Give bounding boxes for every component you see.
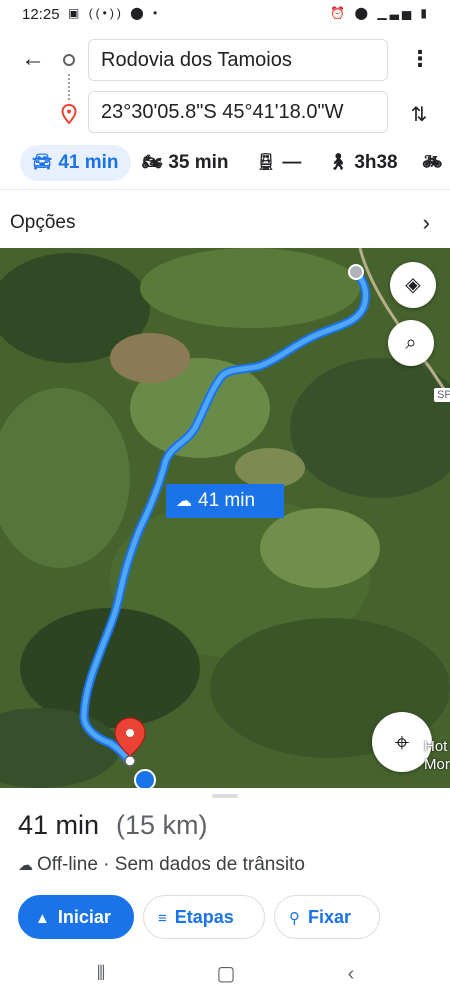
layers-icon[interactable]: ◈ (390, 262, 436, 308)
map-view[interactable]: ◈ ⌕ ⌖ SP Hot Mor ☁︎ 41 min (0, 248, 450, 788)
alarm-icon: ⏰ (330, 6, 349, 20)
cloud-off-icon: ☁︎ (18, 857, 33, 874)
place-label: Hot Mor (424, 738, 450, 774)
steps-button[interactable]: ≡ Etapas (143, 895, 265, 939)
route-dotted-connector (68, 74, 70, 100)
cloud-off-icon: ☁︎ (176, 493, 192, 510)
mode-car-tab[interactable]: 🚘︎ 41 min (20, 145, 131, 181)
bike-icon: 🚲︎ (422, 154, 443, 171)
options-row[interactable]: Opções › (0, 200, 450, 246)
my-location-icon[interactable]: ⌖ (372, 712, 432, 772)
mode-motorcycle-tab[interactable]: 🏍︎ 35 min (142, 145, 229, 181)
destination-input[interactable]: 23°30'05.8"S 45°41'18.0"W (88, 91, 388, 133)
walk-icon: 🚶︎ (328, 154, 349, 171)
origin-input[interactable]: Rodovia dos Tamoios (88, 39, 388, 81)
more-options-icon[interactable]: ⋮ (408, 44, 432, 74)
directions-search-panel: ← Rodovia dos Tamoios 23°30'05.8"S 45°41… (0, 30, 450, 140)
swap-directions-icon[interactable]: ⇅ (404, 100, 434, 130)
battery-icon: ▮ (420, 6, 430, 20)
start-button[interactable]: ▲ Iniciar (18, 895, 134, 939)
location-icon: ⬤ (130, 6, 147, 20)
radio-icon: ((•)) (88, 6, 124, 20)
chevron-right-icon: › (422, 210, 430, 235)
status-bar: 12:25 ▣ ((•)) ⬤ • ⏰ ⬤ ▁▃▅ ▮ (0, 0, 450, 30)
car-icon: 🚘︎ (32, 154, 53, 171)
mode-motorcycle-time: 35 min (168, 152, 229, 174)
list-icon: ≡ (158, 910, 167, 927)
offline-status: ☁︎ Off-line · Sem dados de trânsito (18, 854, 305, 876)
start-button-label: Iniciar (57, 907, 111, 927)
transit-icon: 🚆︎ (256, 154, 277, 171)
route-duration: 41 min (18, 810, 100, 840)
route-time-chip[interactable]: ☁︎ 41 min (166, 484, 284, 518)
mode-transit-tab[interactable]: 🚆︎ — (256, 145, 301, 181)
system-navigation-bar: ⦀ ▢ ‹ (0, 948, 450, 1000)
dot-icon: • (153, 6, 161, 20)
pin-icon: ⚲ (289, 910, 300, 927)
back-arrow-icon[interactable]: ← (18, 44, 48, 74)
offline-status-text: Off-line · Sem dados de trânsito (37, 854, 305, 875)
back-chevron-icon[interactable]: ‹ (336, 960, 366, 988)
mode-bike-tab[interactable]: 🚲︎ (422, 145, 448, 181)
mode-transit-time: — (282, 152, 302, 174)
notification-icons: ▣ ((•)) ⬤ • (68, 6, 160, 20)
mode-walk-tab[interactable]: 🚶︎ 3h38 (328, 145, 398, 181)
system-icons: ⏰ ⬤ ▁▃▅ ▮ (330, 6, 430, 20)
pin-button[interactable]: ⚲ Fixar (274, 895, 380, 939)
navigation-arrow-icon: ▲ (35, 910, 50, 927)
image-icon: ▣ (68, 6, 83, 20)
travel-mode-bar: 🚘︎ 41 min 🏍︎ 35 min 🚆︎ — 🚶︎ 3h38 🚲︎ (0, 140, 450, 190)
road-label: SP (434, 388, 450, 402)
place-label-text: Hot Mor (424, 738, 450, 773)
drag-handle[interactable] (212, 794, 238, 798)
origin-circle-icon (63, 54, 75, 66)
search-icon[interactable]: ⌕ (388, 320, 434, 366)
recent-apps-icon[interactable]: ⦀ (86, 960, 116, 988)
home-icon[interactable]: ▢ (211, 960, 241, 988)
route-summary-sheet: 41 min (15 km) ☁︎ Off-line · Sem dados de… (0, 788, 450, 948)
route-distance: (15 km) (116, 810, 208, 840)
location-icon: ⬤ (354, 6, 372, 20)
signal-icon: ▁▃▅ (377, 6, 415, 20)
route-start-dot (348, 264, 364, 280)
mode-car-time: 41 min (58, 152, 119, 174)
parking-marker-icon (134, 769, 156, 788)
motorcycle-icon: 🏍︎ (142, 154, 163, 171)
route-time-label: 41 min (198, 490, 256, 511)
steps-button-label: Etapas (174, 907, 234, 927)
status-time: 12:25 (22, 6, 60, 23)
destination-pin-icon (61, 104, 77, 124)
mode-walk-time: 3h38 (354, 152, 398, 174)
pin-button-label: Fixar (308, 907, 352, 927)
options-label: Opções (10, 212, 76, 233)
